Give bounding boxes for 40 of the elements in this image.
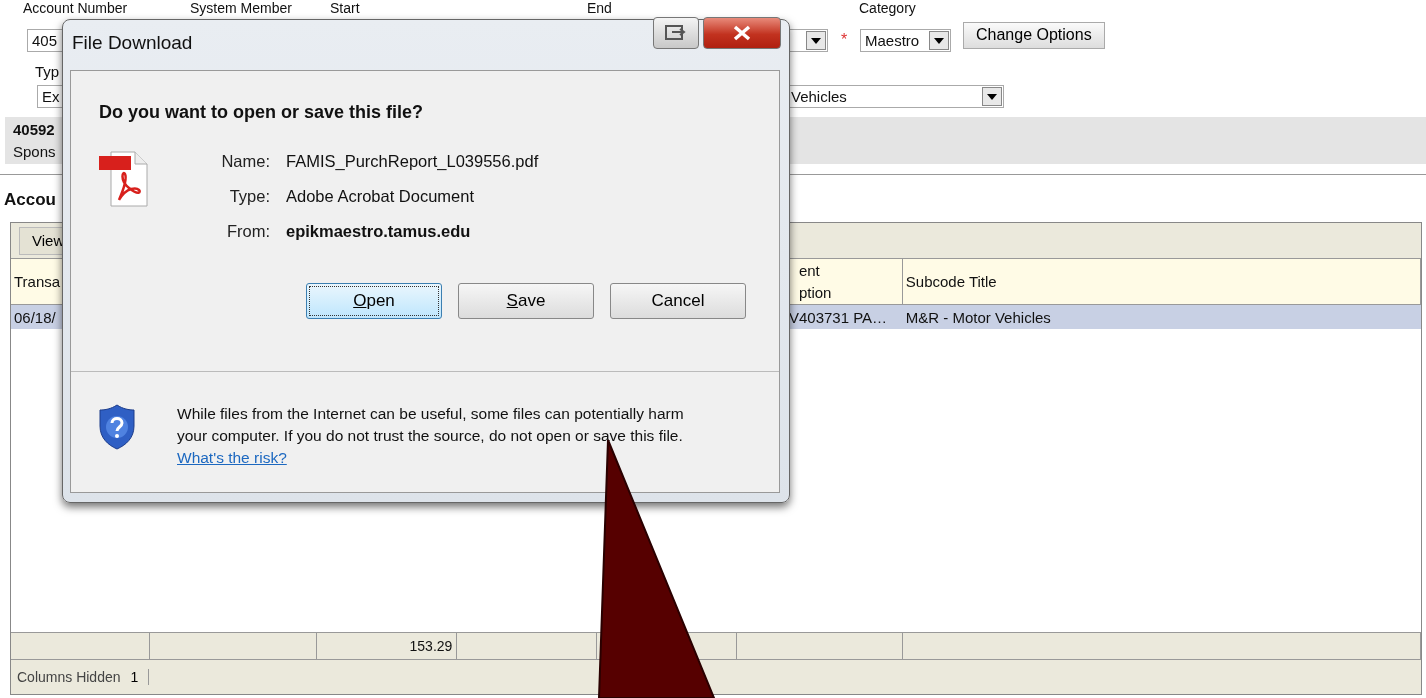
field-value: FAMIS_PurchReport_L039556.pdf <box>286 152 539 171</box>
column-header[interactable]: ent ption <box>798 259 832 304</box>
field-value: epikmaestro.tamus.edu <box>286 222 471 241</box>
field-label: Category <box>859 0 916 17</box>
table-cell: V403731 PA… <box>788 308 888 326</box>
section-title: Accou <box>4 190 56 209</box>
pdf-file-icon <box>99 150 151 208</box>
dialog-button[interactable]: Open <box>306 283 442 319</box>
field-value: Adobe Acrobat Document <box>286 187 475 206</box>
field-label: From: <box>225 222 270 241</box>
total-cell: 153.29 <box>409 638 453 654</box>
field-label: Type: <box>228 187 270 206</box>
sponsor-text: Spons <box>13 141 56 162</box>
account-number: 40592 <box>13 119 55 140</box>
column-header[interactable]: Subcode Title <box>905 270 997 293</box>
field-label: Account Number <box>23 0 129 17</box>
window-icon <box>664 24 688 42</box>
required-mark: * <box>839 31 849 49</box>
status-label: Columns Hidden <box>17 669 121 685</box>
close-button[interactable] <box>703 17 781 49</box>
field-label: Typ <box>35 63 60 80</box>
status-value: 1 <box>122 669 150 685</box>
field-label: Start <box>330 0 361 17</box>
risk-link[interactable]: What's the risk? <box>177 449 287 466</box>
dialog-question: Do you want to open or save this file? <box>99 102 425 123</box>
window-title: File Download <box>72 32 193 54</box>
table-cell: 06/18/ <box>14 308 56 326</box>
dialog-button[interactable]: Cancel <box>610 283 746 319</box>
change-options-button[interactable]: Change Options <box>963 21 1105 49</box>
category-dropdown[interactable]: Maestro <box>860 28 951 52</box>
table-cell: M&R - Motor Vehicles <box>905 308 1051 326</box>
restore-button[interactable] <box>653 17 699 49</box>
warning-text: While files from the Internet can be useful, some files can potentially harm your computer. If you do not trust the source, do not open or save this file. <box>177 404 685 446</box>
field-label: System Member <box>190 0 293 17</box>
field-label: End <box>587 0 613 17</box>
field-label: Name: <box>220 152 270 171</box>
column-header[interactable]: Transa <box>14 270 61 293</box>
close-icon <box>732 25 752 41</box>
dialog-button[interactable]: Save <box>458 283 594 319</box>
shield-question-icon <box>99 404 135 450</box>
